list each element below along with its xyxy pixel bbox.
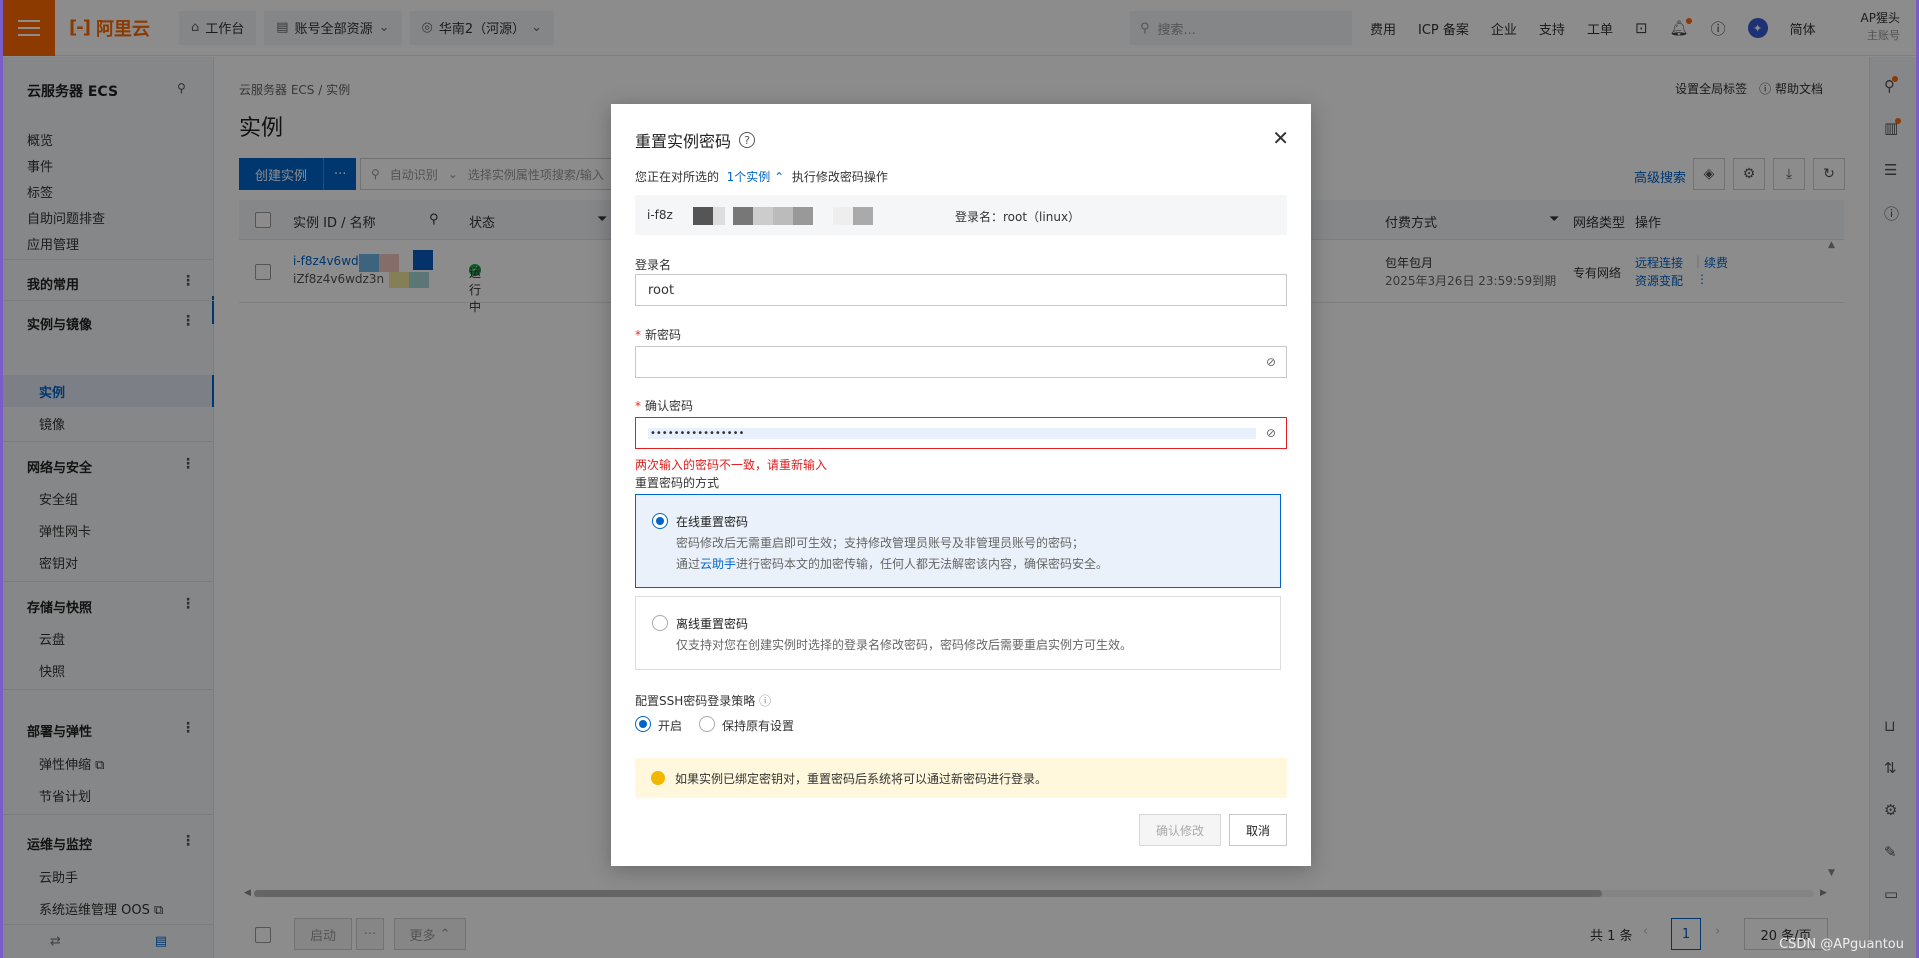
redacted-block	[713, 207, 725, 225]
cancel-button[interactable]: 取消	[1229, 814, 1287, 846]
warning-icon	[651, 771, 665, 785]
new-password-input[interactable]: ⊘	[635, 346, 1287, 378]
close-icon[interactable]: ✕	[1272, 126, 1289, 150]
login-name-input[interactable]: root	[635, 274, 1287, 306]
redacted-block	[693, 207, 713, 225]
redacted-block	[773, 207, 793, 225]
keypair-notice: 如果实例已绑定密钥对，重置密码后系统将可以通过新密码进行登录。	[635, 758, 1287, 798]
selected-instances-link[interactable]: 1个实例 ⌃	[727, 170, 785, 184]
reset-method-label: 重置密码的方式	[635, 476, 720, 490]
confirm-button[interactable]: 确认修改	[1139, 814, 1221, 846]
offline-reset-option[interactable]: 离线重置密码 仅支持对您在创建实例时选择的登录名修改密码，密码修改后需要重启实例…	[635, 596, 1281, 670]
offline-reset-radio[interactable]	[652, 615, 668, 631]
watermark: CSDN @APguantou	[1779, 937, 1904, 952]
ssh-policy-label: 配置SSH密码登录策略 ⓘ	[635, 694, 772, 708]
instance-id: i-f8z	[647, 208, 673, 222]
confirm-password-label: * 确认密码	[635, 399, 694, 413]
online-reset-option[interactable]: 在线重置密码 密码修改后无需重启即可生效；支持修改管理员账号及非管理员账号的密码…	[635, 494, 1281, 588]
confirm-password-input[interactable]: •••••••••••••••• ⊘	[635, 417, 1287, 449]
redacted-block	[733, 207, 753, 225]
dialog-intro: 您正在对所选的 1个实例 ⌃ 执行修改密码操作	[635, 170, 888, 184]
ssh-keep-label[interactable]: 保持原有设置	[722, 717, 794, 734]
new-password-label: * 新密码	[635, 328, 682, 342]
ssh-keep-radio[interactable]	[699, 716, 715, 732]
redacted-block	[793, 207, 813, 225]
eye-off-icon[interactable]: ⊘	[1266, 355, 1276, 369]
instance-summary: i-f8z 登录名：root（linux）	[635, 195, 1287, 235]
login-info: 登录名：root（linux）	[955, 210, 1081, 224]
dialog-title: 重置实例密码 ?	[635, 128, 756, 152]
password-mismatch-error: 两次输入的密码不一致，请重新输入	[635, 458, 828, 472]
ssh-enable-radio[interactable]	[635, 716, 651, 732]
online-reset-radio[interactable]	[652, 513, 668, 529]
chevron-up-icon: ⌃	[774, 170, 785, 184]
redacted-block	[853, 207, 873, 225]
eye-off-icon[interactable]: ⊘	[1266, 426, 1276, 440]
help-icon[interactable]: ⓘ	[759, 694, 771, 708]
help-icon[interactable]: ?	[739, 132, 756, 148]
ssh-enable-label[interactable]: 开启	[658, 717, 682, 734]
redacted-block	[753, 207, 773, 225]
redacted-block	[833, 207, 853, 225]
login-name-label: 登录名	[635, 258, 672, 272]
reset-password-dialog: 重置实例密码 ? ✕ 您正在对所选的 1个实例 ⌃ 执行修改密码操作 i-f8z…	[611, 104, 1311, 866]
cloud-assistant-link[interactable]: 云助手	[700, 557, 736, 571]
